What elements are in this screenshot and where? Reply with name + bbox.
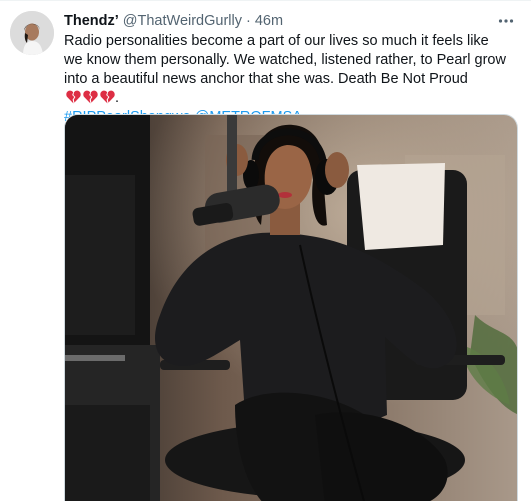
- tweet-media-photo[interactable]: [64, 114, 518, 501]
- tweet-timestamp[interactable]: 46m: [255, 11, 283, 31]
- author-avatar[interactable]: [10, 11, 54, 55]
- broken-heart-icon: [66, 90, 81, 104]
- ellipsis-icon: [498, 19, 514, 23]
- broken-heart-icon: [83, 90, 98, 104]
- broken-heart-icon: [100, 90, 115, 104]
- author-display-name[interactable]: Thendz’: [64, 11, 119, 31]
- tweet-text: Radio personalities become a part of our…: [64, 32, 509, 127]
- tweet-body-text: Radio personalities become a part of our…: [64, 33, 506, 87]
- broken-heart-emojis: [66, 90, 115, 104]
- tweet-text-period: .: [115, 90, 120, 106]
- avatar-photo-icon: [10, 11, 54, 55]
- author-handle[interactable]: @ThatWeirdGurlly: [123, 11, 242, 31]
- more-options-button[interactable]: [495, 11, 517, 31]
- tweet-card[interactable]: Thendz’ @ThatWeirdGurlly · 46m Radio per…: [0, 0, 531, 501]
- header-separator: ·: [245, 13, 251, 29]
- tweet-header: Thendz’ @ThatWeirdGurlly · 46m: [64, 11, 519, 31]
- radio-studio-photo-icon: [65, 115, 517, 501]
